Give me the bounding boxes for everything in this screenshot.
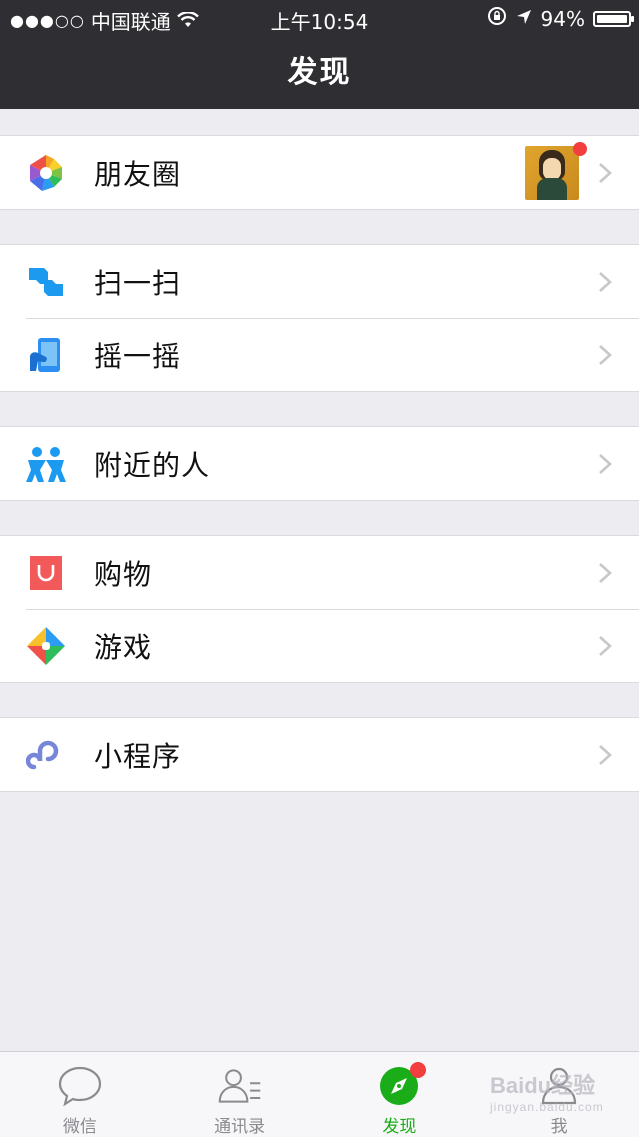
discover-list: 朋友圈 扫一扫 摇一摇 附近的人 购物 游戏 小程序: [0, 109, 639, 792]
discover-compass-icon: [376, 1062, 427, 1108]
mini-programs-row[interactable]: 小程序: [0, 718, 639, 791]
chevron-right-icon: [599, 344, 612, 365]
moments-new-badge: [573, 142, 587, 156]
moments-group: 朋友圈: [0, 135, 639, 210]
shopping-games-group: 购物 游戏: [0, 535, 639, 683]
moments-latest-thumbnail: [525, 146, 579, 200]
watermark-brand: Baidu经验: [490, 1073, 596, 1098]
nearby-group: 附近的人: [0, 426, 639, 501]
moments-row[interactable]: 朋友圈: [0, 136, 639, 209]
mini-programs-icon: [26, 735, 66, 775]
games-row[interactable]: 游戏: [0, 609, 639, 682]
battery-icon: [593, 10, 634, 27]
baidu-watermark: Baidu经验 jingyan.baidu.com: [490, 1068, 604, 1114]
shake-icon: [26, 335, 66, 375]
chevron-right-icon: [599, 271, 612, 292]
games-label: 游戏: [94, 630, 153, 664]
contacts-icon: [217, 1064, 263, 1108]
page-title: 发现: [287, 55, 352, 90]
people-nearby-icon: [26, 444, 66, 484]
tab-me-label: 我: [550, 1117, 568, 1137]
chevron-right-icon: [599, 562, 612, 583]
location-arrow-icon: [515, 7, 533, 31]
tab-chats[interactable]: 微信: [0, 1052, 160, 1137]
scan-icon: [26, 262, 66, 302]
status-bar: ●●●○○ 中国联通 上午10:54 94%: [0, 0, 639, 36]
shake-row[interactable]: 摇一摇: [0, 318, 639, 391]
tab-chats-label: 微信: [62, 1117, 97, 1137]
shopping-label: 购物: [94, 557, 153, 591]
people-nearby-row[interactable]: 附近的人: [0, 427, 639, 500]
tab-discover[interactable]: 发现: [320, 1052, 480, 1137]
tab-discover-label: 发现: [382, 1117, 417, 1137]
tab-contacts-label: 通讯录: [214, 1117, 266, 1137]
shopping-icon: [26, 553, 66, 593]
chat-icon: [57, 1064, 103, 1108]
chevron-right-icon: [599, 453, 612, 474]
rotation-lock-icon: [487, 6, 507, 31]
discover-badge: [410, 1062, 427, 1078]
scan-shake-group: 扫一扫 摇一摇: [0, 244, 639, 392]
scan-label: 扫一扫: [94, 266, 182, 300]
scan-row[interactable]: 扫一扫: [0, 245, 639, 318]
chevron-right-icon: [599, 635, 612, 656]
chevron-right-icon: [599, 162, 612, 183]
games-icon: [26, 626, 66, 666]
mini-programs-label: 小程序: [94, 739, 182, 773]
navigation-bar: 发现: [0, 36, 639, 109]
moments-icon: [26, 153, 66, 193]
watermark-url: jingyan.baidu.com: [490, 1100, 604, 1114]
moments-label: 朋友圈: [94, 157, 182, 191]
battery-percent: 94%: [540, 6, 585, 31]
tab-contacts[interactable]: 通讯录: [160, 1052, 320, 1137]
mini-programs-group: 小程序: [0, 717, 639, 792]
chevron-right-icon: [599, 744, 612, 765]
people-nearby-label: 附近的人: [94, 448, 211, 482]
shopping-row[interactable]: 购物: [0, 536, 639, 609]
shake-label: 摇一摇: [94, 339, 182, 373]
